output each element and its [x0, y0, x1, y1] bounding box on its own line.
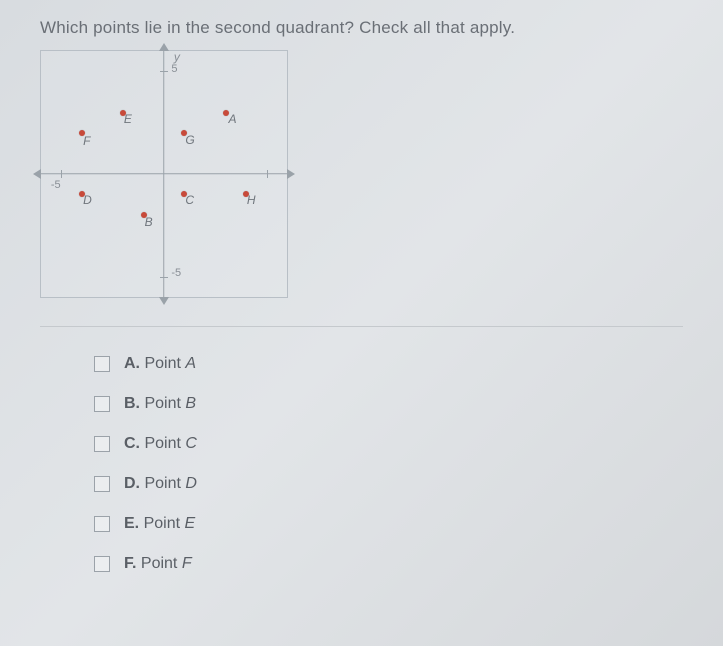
answer-options: A. Point A B. Point B C. Point C D. Poin…	[40, 355, 683, 573]
point-A: A	[223, 110, 229, 116]
checkbox-E[interactable]	[94, 516, 110, 532]
option-A: A. Point A	[94, 355, 683, 373]
point-E: E	[120, 110, 126, 116]
question-text: Which points lie in the second quadrant?…	[40, 18, 683, 38]
arrow-right-icon	[287, 169, 295, 179]
coordinate-plane: y 5 -5 -5 A B C D E F G H	[40, 50, 288, 298]
checkbox-B[interactable]	[94, 396, 110, 412]
point-C: C	[181, 191, 187, 197]
x-axis	[41, 173, 287, 174]
point-D: D	[79, 191, 85, 197]
arrow-up-icon	[159, 43, 169, 51]
checkbox-C[interactable]	[94, 436, 110, 452]
option-label: A. Point A	[124, 355, 196, 373]
option-label: D. Point D	[124, 475, 197, 493]
tick-label: -5	[51, 179, 61, 191]
tick-y	[160, 71, 168, 72]
option-label: F. Point F	[124, 555, 192, 573]
point-G: G	[181, 130, 187, 136]
arrow-left-icon	[33, 169, 41, 179]
option-label: E. Point E	[124, 515, 195, 533]
checkbox-A[interactable]	[94, 356, 110, 372]
option-B: B. Point B	[94, 395, 683, 413]
option-F: F. Point F	[94, 555, 683, 573]
tick-label: 5	[171, 63, 177, 75]
checkbox-F[interactable]	[94, 556, 110, 572]
option-E: E. Point E	[94, 515, 683, 533]
point-F: F	[79, 130, 85, 136]
point-B: B	[141, 212, 147, 218]
tick-label: -5	[171, 267, 181, 279]
y-axis-label: y	[174, 50, 180, 64]
option-label: C. Point C	[124, 435, 197, 453]
option-C: C. Point C	[94, 435, 683, 453]
divider	[40, 326, 683, 327]
arrow-down-icon	[159, 297, 169, 305]
option-label: B. Point B	[124, 395, 196, 413]
tick-x	[267, 170, 268, 178]
tick-x	[61, 170, 62, 178]
option-D: D. Point D	[94, 475, 683, 493]
point-H: H	[243, 191, 249, 197]
tick-y	[160, 277, 168, 278]
checkbox-D[interactable]	[94, 476, 110, 492]
